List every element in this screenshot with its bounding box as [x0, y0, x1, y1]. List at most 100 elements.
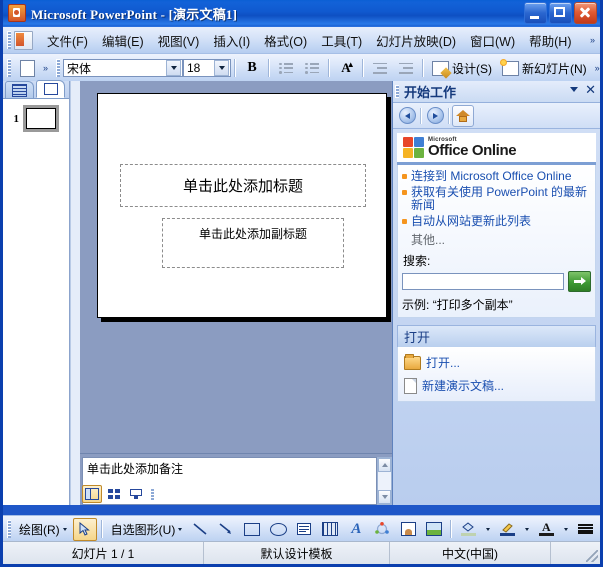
picture-tool[interactable]: [422, 518, 446, 541]
new-document-button[interactable]: [15, 56, 39, 80]
oval-tool[interactable]: [266, 518, 290, 541]
slide-editing-area[interactable]: 单击此处添加标题 单击此处添加副标题: [80, 81, 392, 454]
drawing-toolbar-grip[interactable]: [7, 520, 11, 538]
slide-show-view-button[interactable]: [126, 485, 146, 503]
menu-tools[interactable]: 工具(T): [314, 28, 369, 53]
powerpoint-icon: [8, 4, 26, 22]
home-button[interactable]: [452, 104, 474, 127]
decrease-indent-button[interactable]: [368, 56, 392, 80]
menu-window[interactable]: 窗口(W): [463, 28, 522, 53]
minimize-button[interactable]: [524, 2, 547, 24]
autoshapes-menu-button[interactable]: 自选图形(U): [106, 517, 188, 541]
menu-edit[interactable]: 编辑(E): [95, 28, 151, 53]
notes-scrollbar[interactable]: [377, 457, 392, 505]
increase-font-size-button[interactable]: A ▲: [334, 56, 358, 80]
font-size-dropdown-arrow[interactable]: [214, 60, 229, 76]
notes-scroll-up-button[interactable]: [378, 458, 391, 472]
chevron-down-icon[interactable]: [570, 87, 579, 92]
menubar-grip[interactable]: [7, 31, 11, 49]
toolbar-overflow-1[interactable]: »: [40, 57, 51, 79]
slide-thumbnail[interactable]: [23, 105, 59, 132]
back-button[interactable]: [396, 105, 418, 127]
view-buttons-grip[interactable]: [150, 487, 154, 501]
draw-menu-button[interactable]: 绘图(R): [14, 517, 72, 541]
link-powerpoint-news[interactable]: 获取有关使用 PowerPoint 的最新新闻: [411, 186, 591, 212]
link-new-presentation[interactable]: 新建演示文稿...: [422, 377, 504, 394]
menubar-overflow[interactable]: »: [587, 29, 598, 51]
title-placeholder[interactable]: 单击此处添加标题: [120, 164, 366, 207]
notes-scroll-down-button[interactable]: [378, 490, 391, 504]
list-item: 连接到 Microsoft Office Online: [402, 170, 591, 183]
font-size-value: 18: [187, 61, 201, 75]
toolbar-grip-2[interactable]: [56, 59, 60, 77]
dash-style-tool[interactable]: [599, 518, 603, 541]
slides-tab-icon: [43, 83, 58, 95]
forward-button[interactable]: [424, 105, 446, 127]
toolbar-overflow-2[interactable]: »: [592, 57, 603, 79]
document-control-icon[interactable]: [14, 30, 33, 50]
arrow-tool[interactable]: [214, 518, 238, 541]
menu-view[interactable]: 视图(V): [151, 28, 207, 53]
slide-canvas[interactable]: 单击此处添加标题 单击此处添加副标题: [97, 93, 387, 318]
font-color-tool[interactable]: A: [534, 518, 558, 541]
menu-slideshow[interactable]: 幻灯片放映(D): [369, 28, 463, 53]
close-button[interactable]: [574, 2, 597, 24]
go-button[interactable]: [568, 271, 591, 292]
numbered-list-button[interactable]: [274, 56, 298, 80]
menu-help[interactable]: 帮助(H): [522, 28, 578, 53]
wordart-tool[interactable]: A: [344, 518, 368, 541]
home-icon: [456, 109, 470, 122]
slide-sorter-view-button[interactable]: [104, 485, 124, 503]
bulleted-list-button[interactable]: [300, 56, 324, 80]
rectangle-tool[interactable]: [240, 518, 264, 541]
normal-view-button[interactable]: [82, 485, 102, 503]
text-box-tool[interactable]: [292, 518, 316, 541]
slides-pane-scrollbar[interactable]: [70, 81, 80, 505]
list-item[interactable]: 1: [3, 105, 69, 132]
document-icon: [404, 377, 417, 394]
fill-color-dropdown[interactable]: [482, 518, 493, 541]
toolbar-grip-1[interactable]: [7, 59, 11, 77]
list-item[interactable]: 新建演示文稿...: [402, 374, 591, 397]
task-pane-grip[interactable]: [395, 85, 399, 98]
line-color-tool[interactable]: [495, 518, 519, 541]
more-link[interactable]: 其他...: [411, 231, 591, 248]
clipart-tool[interactable]: [396, 518, 420, 541]
line-color-dropdown[interactable]: [521, 518, 532, 541]
design-button[interactable]: 设计(S): [427, 56, 497, 80]
insert-table-tool[interactable]: [318, 518, 342, 541]
diagram-tool[interactable]: [370, 518, 394, 541]
search-label: 搜索:: [403, 254, 431, 268]
search-input[interactable]: [402, 273, 564, 290]
drawing-toolbar: 绘图(R) 自选图形(U) A A: [3, 515, 600, 542]
line-tool[interactable]: [188, 518, 212, 541]
fill-color-tool[interactable]: [456, 518, 480, 541]
slide-number: 1: [13, 112, 20, 125]
bold-button[interactable]: B: [240, 56, 264, 80]
line-style-tool[interactable]: [573, 518, 597, 541]
maximize-button[interactable]: [549, 2, 572, 24]
task-pane-header: 开始工作 ✕: [393, 81, 600, 103]
link-open-file[interactable]: 打开...: [426, 354, 460, 371]
menu-format[interactable]: 格式(O): [257, 28, 314, 53]
menu-insert[interactable]: 插入(I): [206, 28, 257, 53]
new-slide-button[interactable]: 新幻灯片(N): [497, 56, 592, 80]
resize-grip[interactable]: [586, 550, 598, 562]
font-name-dropdown-arrow[interactable]: [166, 60, 181, 76]
list-item[interactable]: 打开...: [402, 351, 591, 374]
link-connect-office-online[interactable]: 连接到 Microsoft Office Online: [411, 170, 572, 183]
list-item: 自动从网站更新此列表: [402, 215, 591, 228]
font-color-dropdown[interactable]: [560, 518, 571, 541]
font-name-combo[interactable]: 宋体: [63, 59, 183, 77]
font-size-combo[interactable]: 18: [183, 59, 231, 77]
menu-file[interactable]: 文件(F): [40, 28, 95, 53]
subtitle-placeholder[interactable]: 单击此处添加副标题: [162, 218, 344, 268]
task-pane-nav: [393, 103, 600, 129]
increase-indent-button[interactable]: [394, 56, 418, 80]
autoshapes-label: 自选图形(U): [110, 522, 176, 537]
close-icon[interactable]: ✕: [585, 83, 596, 96]
select-arrow-tool[interactable]: [72, 517, 97, 541]
tab-outline[interactable]: [5, 81, 34, 98]
link-auto-update-list[interactable]: 自动从网站更新此列表: [411, 215, 531, 228]
tab-slides[interactable]: [36, 80, 65, 98]
